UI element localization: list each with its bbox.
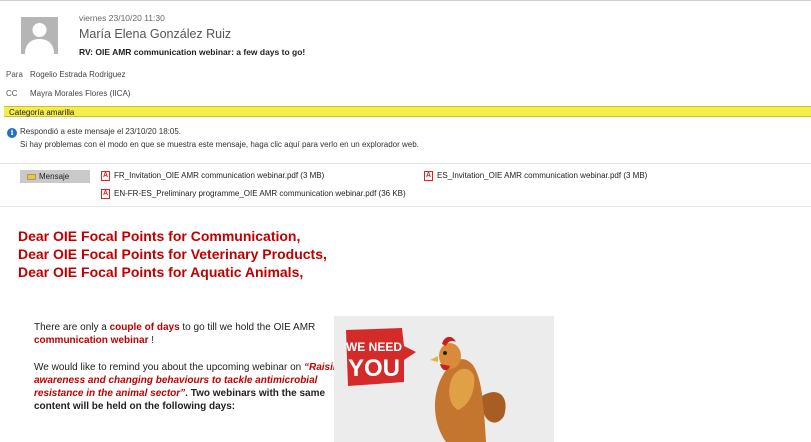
attachment-label: EN-FR-ES_Preliminary programme_OIE AMR c… [114,189,406,199]
message-tab-label: Mensaje [39,172,70,181]
cc-recipient[interactable]: Mayra Morales Flores (IICA) [30,89,130,98]
replied-info: Respondió a este mensaje el 23/10/20 18:… [20,127,182,136]
we-need-you-image: WE NEED YOU [334,316,554,442]
pdf-icon: A [101,171,110,181]
greeting-line: Dear OIE Focal Points for Veterinary Pro… [18,246,327,262]
browser-view-link[interactable]: Si hay problemas con el modo en que se m… [20,140,419,149]
attachment-programme[interactable]: A EN-FR-ES_Preliminary programme_OIE AMR … [101,189,406,199]
divider [0,206,811,207]
promo-image: WE NEED YOU [334,316,554,442]
to-recipient[interactable]: Rogelio Estrada Rodriguez [30,70,126,79]
cc-row: CC Mayra Morales Flores (IICA) [6,89,130,98]
badge-text-line2: YOU [348,355,400,382]
divider [0,163,811,164]
person-icon [21,17,58,54]
body-paragraph-2: We would like to remind you about the up… [34,362,346,412]
pdf-icon: A [424,171,433,181]
top-border [0,0,811,1]
envelope-icon [27,173,36,180]
badge-text-line1: WE NEED [346,340,402,354]
email-subject: RV: OIE AMR communication webinar: a few… [79,47,306,57]
attachment-label: ES_Invitation_OIE AMR communication webi… [437,171,648,181]
body-paragraph-1: There are only a couple of days to go ti… [34,322,316,346]
category-bar[interactable]: Categoría amarilla [4,106,811,117]
attachment-label: FR_Invitation_OIE AMR communication webi… [114,171,325,181]
sent-date: viernes 23/10/20 11:30 [79,13,165,23]
pdf-icon: A [101,189,110,199]
attachment-es-invitation[interactable]: A ES_Invitation_OIE AMR communication web… [424,171,647,181]
greeting-line: Dear OIE Focal Points for Aquatic Animal… [18,264,304,280]
attachment-fr-invitation[interactable]: A FR_Invitation_OIE AMR communication web… [101,171,324,181]
message-tab[interactable]: Mensaje [20,170,90,183]
to-row: Para Rogelio Estrada Rodriguez [6,70,126,79]
to-label: Para [6,70,23,79]
cc-label: CC [6,89,18,98]
sender-name[interactable]: María Elena González Ruiz [79,27,231,41]
info-icon: i [7,128,17,138]
sender-avatar [21,17,58,54]
greeting-line: Dear OIE Focal Points for Communication, [18,228,301,244]
